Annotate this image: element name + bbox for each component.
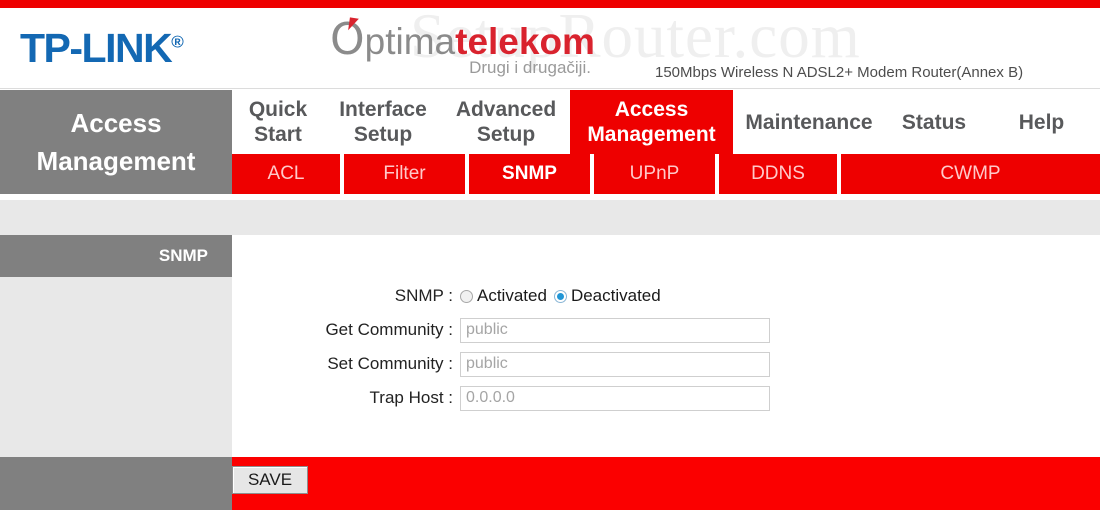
set-community-label: Set Community : (327, 354, 453, 373)
current-section-banner: Access Management (0, 90, 232, 194)
tab-status[interactable]: Status (885, 90, 983, 154)
tab-access-management[interactable]: Access Management (570, 90, 733, 154)
subtab-cwmp[interactable]: CWMP (841, 154, 1100, 194)
subtab-upnp[interactable]: UPnP (594, 154, 719, 194)
trap-host-input[interactable] (460, 385, 770, 411)
optima-red-tick-icon (348, 17, 359, 32)
save-button[interactable]: SAVE (232, 466, 308, 494)
footer-left-column (0, 457, 232, 510)
tab-advanced-setup[interactable]: Advanced Setup (442, 90, 570, 154)
radio-activated-icon[interactable] (460, 289, 473, 303)
content-right-column: SNMP : Activated Deactivated Get Communi… (232, 235, 1100, 457)
optima-telekom-logo: Optimatelekom Drugi i drugačiji. (330, 17, 595, 78)
content-spacer-band (0, 198, 1100, 237)
form-row-snmp: SNMP : Activated Deactivated (232, 279, 792, 313)
top-red-strip (0, 0, 1100, 8)
get-community-input[interactable] (460, 317, 770, 343)
footer-right-column (232, 457, 1100, 510)
router-model-text: 150Mbps Wireless N ADSL2+ Modem Router(A… (655, 64, 1024, 81)
get-community-label: Get Community : (325, 320, 453, 339)
subtab-ddns[interactable]: DDNS (719, 154, 841, 194)
tab-interface-setup[interactable]: Interface Setup (324, 90, 442, 154)
optima-logo-grey-text: ptima (364, 21, 456, 62)
set-community-input[interactable] (460, 351, 770, 377)
tab-help[interactable]: Help (983, 90, 1100, 154)
form-row-trap-host: Trap Host : (232, 381, 792, 415)
subtab-filter[interactable]: Filter (344, 154, 469, 194)
navigation-bar: Access Management Quick Start Interface … (0, 90, 1100, 196)
snmp-radio-group: Activated Deactivated (460, 286, 661, 306)
page-footer: SAVE (0, 457, 1100, 510)
form-row-set-community: Set Community : (232, 347, 792, 381)
subtab-acl[interactable]: ACL (232, 154, 344, 194)
snmp-form: SNMP : Activated Deactivated Get Communi… (232, 279, 792, 415)
main-tab-list: Quick Start Interface Setup Advanced Set… (232, 90, 1100, 154)
trap-host-label: Trap Host : (369, 388, 453, 407)
section-title-snmp: SNMP (0, 235, 232, 277)
snmp-label: SNMP : (394, 286, 453, 305)
navigation-tabs-area: Quick Start Interface Setup Advanced Set… (232, 90, 1100, 194)
optima-logo-red-text: telekom (455, 21, 595, 62)
form-row-get-community: Get Community : (232, 313, 792, 347)
radio-option-activated[interactable]: Activated (460, 286, 547, 306)
radio-option-deactivated[interactable]: Deactivated (553, 286, 661, 306)
router-admin-page: SetupRouter.com TP-LINK® Optimatelekom D… (0, 0, 1100, 510)
content-left-column: SNMP (0, 235, 232, 457)
optima-logo-main: Optimatelekom (330, 17, 595, 62)
tab-maintenance[interactable]: Maintenance (733, 90, 885, 154)
content-area: SNMP SNMP : Activated Deactivated Get Co… (0, 235, 1100, 457)
tab-quick-start[interactable]: Quick Start (232, 90, 324, 154)
optima-o-glyph-icon: O (330, 14, 365, 65)
registered-mark-icon: ® (171, 32, 184, 52)
sub-tab-list: ACL Filter SNMP UPnP DDNS CWMP (232, 154, 1100, 194)
tplink-logo-text: TP-LINK (20, 25, 173, 71)
page-header: SetupRouter.com TP-LINK® Optimatelekom D… (0, 8, 1100, 89)
radio-deactivated-icon[interactable] (553, 289, 567, 303)
tplink-logo: TP-LINK® (20, 25, 184, 72)
subtab-snmp[interactable]: SNMP (469, 154, 594, 194)
radio-deactivated-label: Deactivated (570, 286, 661, 305)
radio-activated-label: Activated (477, 286, 547, 305)
